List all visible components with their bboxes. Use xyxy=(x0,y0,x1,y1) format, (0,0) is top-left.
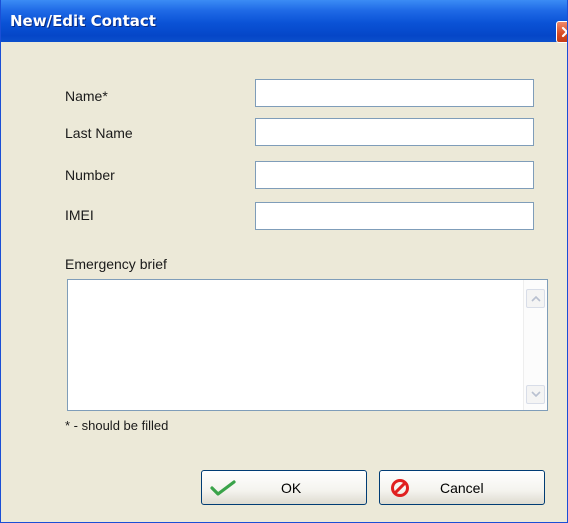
last-name-label: Last Name xyxy=(65,125,133,141)
vertical-scrollbar[interactable] xyxy=(523,280,547,410)
scroll-down-button[interactable] xyxy=(526,385,545,404)
cancel-button[interactable]: Cancel xyxy=(379,470,545,505)
close-icon xyxy=(561,26,567,38)
last-name-field[interactable] xyxy=(255,118,534,146)
close-button[interactable] xyxy=(556,21,567,43)
number-field[interactable] xyxy=(255,161,534,189)
emergency-brief-box xyxy=(67,279,548,411)
emergency-brief-field[interactable] xyxy=(68,280,523,410)
emergency-brief-label: Emergency brief xyxy=(65,256,167,272)
name-label: Name* xyxy=(65,88,108,104)
number-label: Number xyxy=(65,167,115,183)
contact-dialog: New/Edit Contact Name* Last Name Number … xyxy=(0,0,568,523)
imei-label: IMEI xyxy=(65,207,94,223)
title-bar[interactable]: New/Edit Contact xyxy=(1,0,567,43)
imei-field[interactable] xyxy=(255,202,534,230)
checkmark-icon xyxy=(210,480,236,496)
scroll-up-button[interactable] xyxy=(526,289,545,308)
ok-label: OK xyxy=(281,480,302,496)
window-title: New/Edit Contact xyxy=(10,12,156,30)
chevron-down-icon xyxy=(531,391,541,398)
ok-button[interactable]: OK xyxy=(201,470,367,505)
name-field[interactable] xyxy=(255,79,534,107)
no-sign-icon xyxy=(391,479,409,497)
required-note: * - should be filled xyxy=(65,418,169,433)
cancel-label: Cancel xyxy=(440,480,484,496)
chevron-up-icon xyxy=(531,295,541,302)
